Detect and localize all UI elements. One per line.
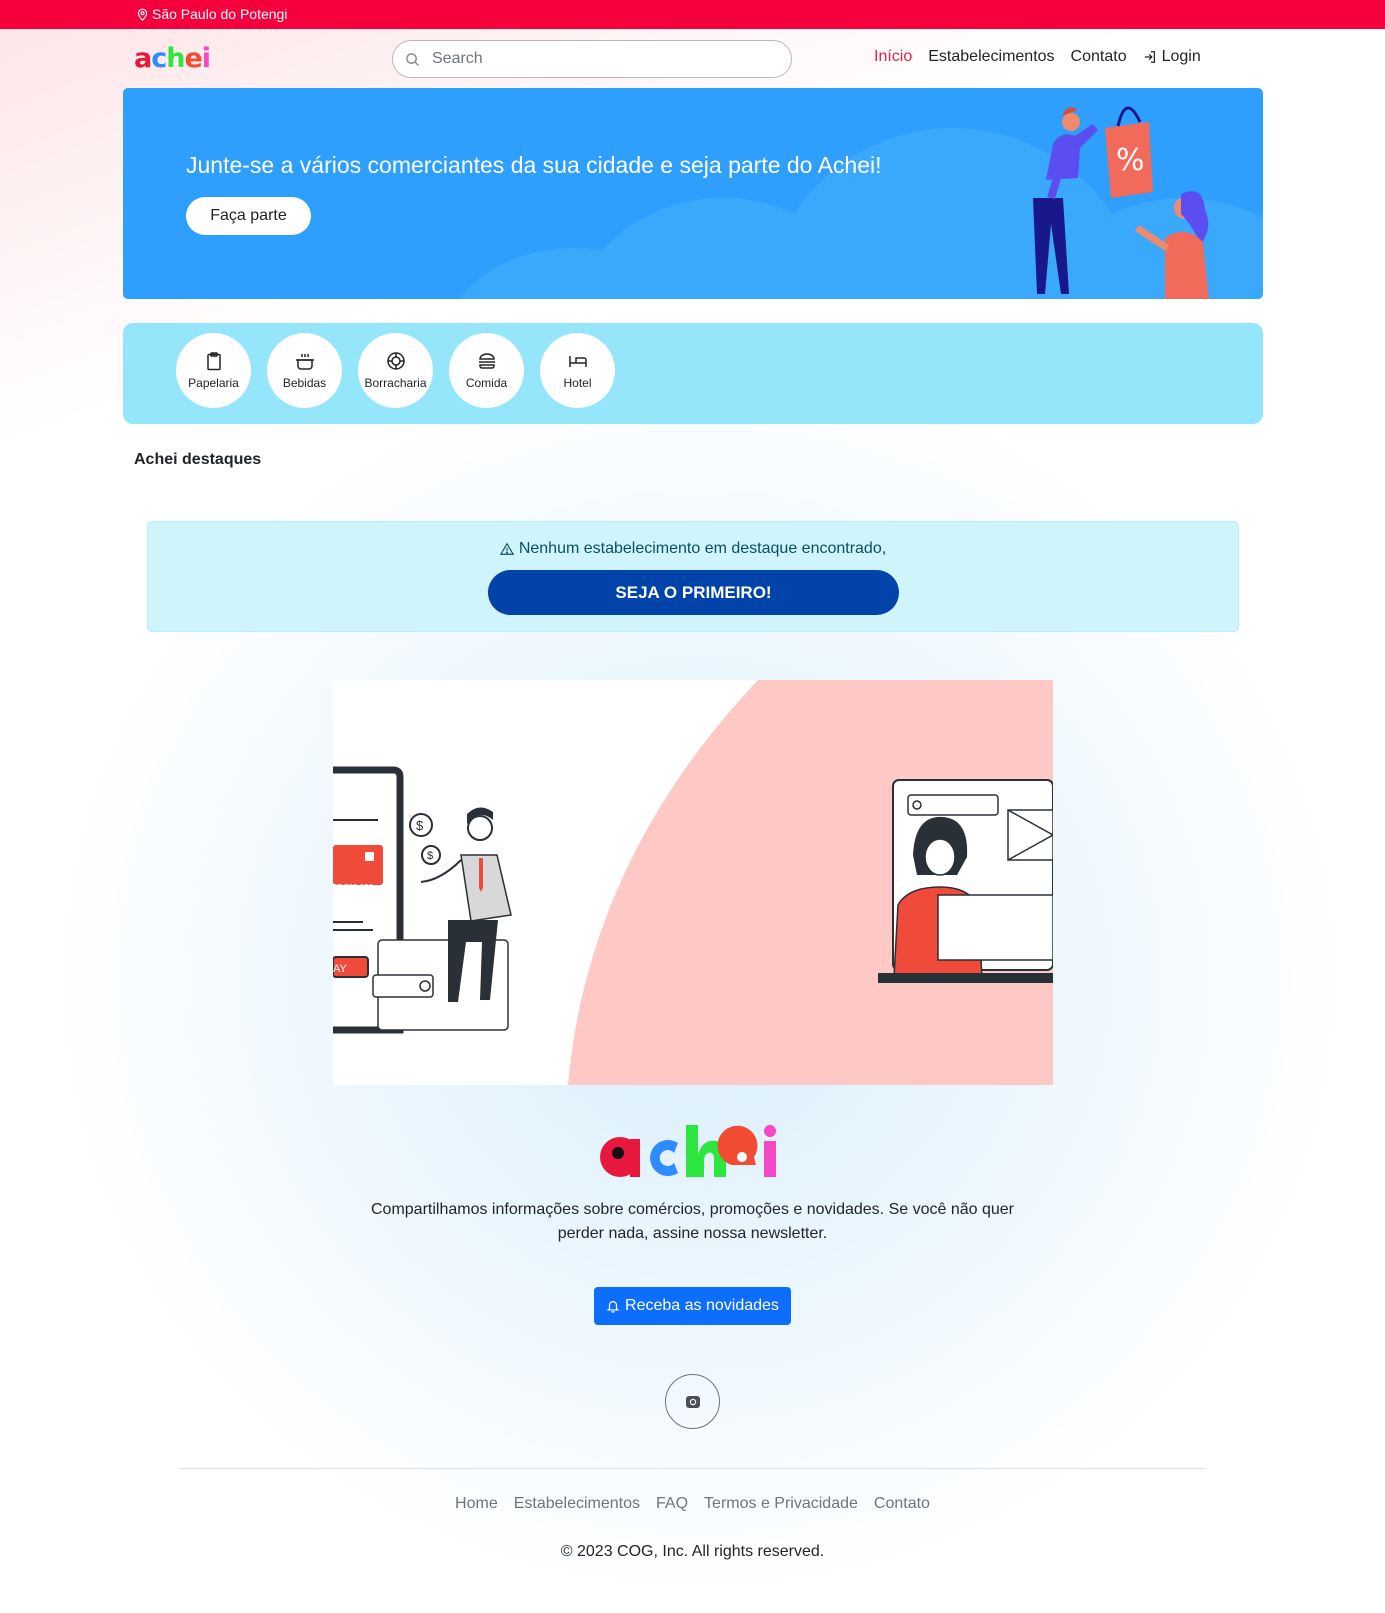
footer-link-contato[interactable]: Contato bbox=[874, 1495, 930, 1513]
location[interactable]: São Paulo do Potengi bbox=[136, 6, 287, 22]
nav-estabelecimentos[interactable]: Estabelecimentos bbox=[928, 48, 1054, 66]
copyright: © 2023 COG, Inc. All rights reserved. bbox=[560, 1543, 825, 1560]
footer-link-faq[interactable]: FAQ bbox=[656, 1495, 688, 1513]
footer-description: Compartilhamos informações sobre comérci… bbox=[371, 1201, 1014, 1242]
category-label: Papelaria bbox=[188, 376, 239, 390]
empty-highlights-alert: Nenhum estabelecimento em destaque encon… bbox=[147, 521, 1239, 632]
svg-text:%: % bbox=[1116, 143, 1145, 178]
category-label: Hotel bbox=[563, 376, 592, 390]
join-banner: Junte-se a vários comerciantes da sua ci… bbox=[123, 88, 1263, 299]
logo-letter-c: c bbox=[151, 43, 167, 74]
category-label: Comida bbox=[465, 376, 508, 390]
location-bar: São Paulo do Potengi bbox=[0, 0, 1385, 29]
category-borracharia[interactable]: Borracharia bbox=[358, 333, 433, 408]
instagram-link[interactable] bbox=[665, 1374, 720, 1429]
nav-inicio[interactable]: Início bbox=[874, 48, 912, 66]
category-label: Borracharia bbox=[364, 376, 427, 390]
footer-nav: Home Estabelecimentos FAQ Termos e Priva… bbox=[0, 1495, 1385, 1513]
commerce-illustration: 57 789 123 AY $ $ bbox=[333, 680, 1053, 1085]
nav-login[interactable]: Login bbox=[1143, 48, 1201, 66]
logo-letter-e: e bbox=[184, 43, 202, 74]
footer-link-home[interactable]: Home bbox=[455, 1495, 498, 1513]
location-label: São Paulo do Potengi bbox=[152, 6, 288, 22]
category-hotel[interactable]: Hotel bbox=[540, 333, 615, 408]
shopping-people-illustration: % bbox=[1033, 106, 1209, 299]
search-input[interactable] bbox=[432, 50, 772, 68]
newsletter-button[interactable]: Receba as novidades bbox=[594, 1287, 791, 1325]
footer-divider bbox=[180, 1468, 1205, 1469]
footer-logo[interactable] bbox=[598, 1125, 788, 1180]
alert-message: Nenhum estabelecimento em destaque encon… bbox=[148, 540, 1238, 558]
bell-icon bbox=[606, 1301, 620, 1313]
tire-icon bbox=[386, 352, 405, 370]
clipboard-icon bbox=[206, 352, 221, 371]
bed-icon bbox=[568, 356, 587, 367]
logo-letter-i: i bbox=[201, 43, 211, 74]
svg-text:$: $ bbox=[416, 818, 424, 833]
newsletter-label: Receba as novidades bbox=[625, 1297, 779, 1314]
card-number: 57 789 123 bbox=[333, 883, 374, 892]
search-icon bbox=[406, 52, 420, 66]
category-bar: Papelaria Bebidas Borracharia Comida Hot… bbox=[123, 323, 1263, 424]
footer-link-termos[interactable]: Termos e Privacidade bbox=[704, 1495, 858, 1513]
logo[interactable]: achei bbox=[134, 43, 211, 74]
svg-text:$: $ bbox=[427, 850, 433, 862]
illustration-svg: 57 789 123 AY $ $ bbox=[333, 680, 1053, 1085]
logo-letter-h: h bbox=[166, 43, 185, 74]
category-papelaria[interactable]: Papelaria bbox=[176, 333, 251, 408]
navbar: achei Início Estabelecimentos Contato Lo… bbox=[0, 29, 1385, 89]
category-label: Bebidas bbox=[282, 376, 327, 390]
footer-link-estabelecimentos[interactable]: Estabelecimentos bbox=[514, 1495, 640, 1513]
burger-icon bbox=[478, 353, 495, 369]
category-comida[interactable]: Comida bbox=[449, 333, 524, 408]
alert-text: Nenhum estabelecimento em destaque encon… bbox=[518, 540, 887, 557]
category-bebidas[interactable]: Bebidas bbox=[267, 333, 342, 408]
highlights-title: Achei destaques bbox=[134, 451, 262, 468]
be-first-button[interactable]: SEJA O PRIMEIRO! bbox=[488, 570, 899, 615]
login-label: Login bbox=[1161, 48, 1201, 65]
nav-contato[interactable]: Contato bbox=[1071, 48, 1127, 66]
logo-letter-a: a bbox=[134, 43, 152, 74]
search-box bbox=[392, 40, 792, 78]
pot-icon bbox=[295, 354, 314, 370]
map-pin-icon bbox=[137, 8, 148, 21]
instagram-icon bbox=[685, 1395, 700, 1408]
banner-title: Junte-se a vários comerciantes da sua ci… bbox=[186, 152, 882, 178]
login-icon bbox=[1144, 51, 1155, 63]
main-nav: Início Estabelecimentos Contato Login bbox=[874, 48, 1201, 66]
warning-icon bbox=[499, 542, 514, 555]
pay-label: AY bbox=[333, 963, 348, 975]
join-button[interactable]: Faça parte bbox=[186, 197, 311, 235]
